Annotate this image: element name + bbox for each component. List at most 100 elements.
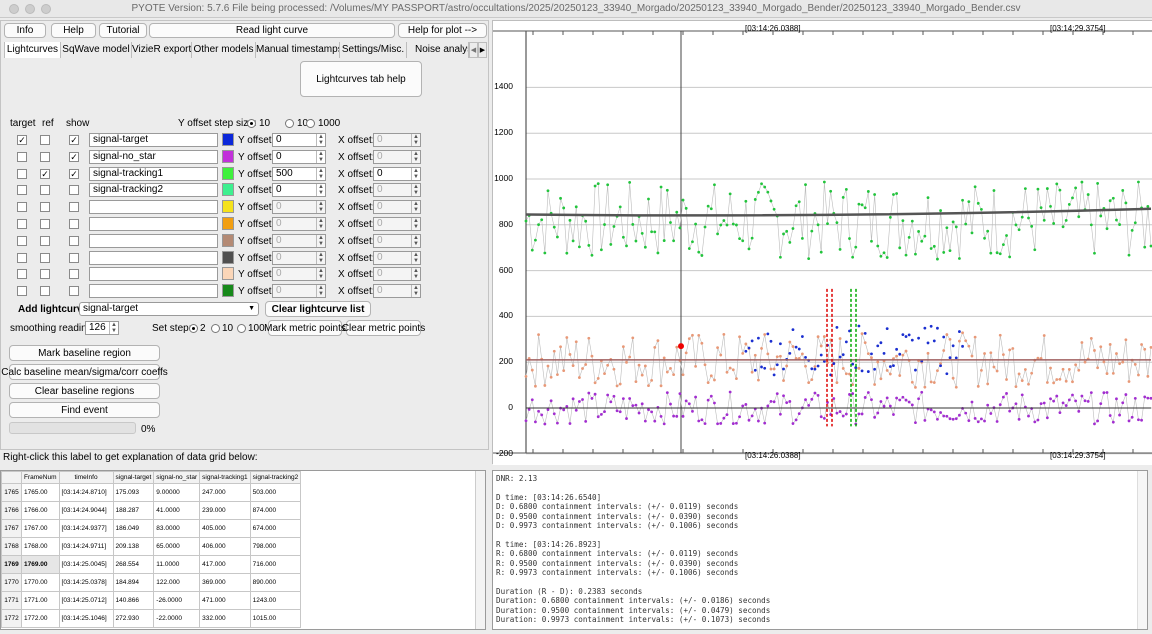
table-row[interactable]: 1768 1768.00 [03:14:24.9711] 209.138 65.0000… (1, 537, 302, 556)
curve-color-swatch[interactable] (222, 250, 234, 264)
calc-baseline-button[interactable]: Calc baseline mean/sigma/corr coeffs (1, 364, 168, 380)
ref-checkbox[interactable] (40, 286, 50, 297)
grid-cell[interactable]: 1770 (1, 573, 22, 592)
smoothing-input[interactable]: 126 ▲ ▼ (85, 321, 119, 335)
tab-settings-misc[interactable]: Settings/Misc. (340, 42, 407, 58)
x-offset-input[interactable]: 0 ▲ ▼ (373, 183, 421, 198)
x-offset-input[interactable]: 0 ▲ ▼ (373, 284, 421, 299)
spin-arrows-icon[interactable]: ▲ ▼ (316, 184, 325, 197)
y-step-radio-1000[interactable] (306, 119, 315, 128)
table-row[interactable]: 1772 1772.00 [03:14:25.1046] 272.930 -22.000… (1, 609, 302, 628)
y-offset-input[interactable]: 0 ▲ ▼ (272, 217, 326, 231)
show-checkbox[interactable] (69, 202, 79, 213)
y-offset-input[interactable]: 0 ▲ ▼ (272, 267, 326, 282)
read-light-curve-button[interactable]: Read light curve (149, 23, 395, 38)
curve-name-field[interactable] (89, 267, 218, 282)
y-offset-input[interactable]: 0 ▲ ▼ (272, 250, 326, 265)
curve-color-swatch[interactable] (222, 166, 234, 180)
table-row[interactable]: 1769 1769.00 [03:14:25.0045] 268.554 11.0000… (1, 555, 302, 574)
spin-arrows-icon[interactable]: ▲ ▼ (316, 167, 325, 180)
grid-column-header[interactable]: signal-no_star (153, 471, 201, 484)
spin-arrows-icon[interactable]: ▲ ▼ (411, 150, 420, 163)
curve-name-field[interactable] (89, 200, 218, 215)
x-offset-input[interactable]: 0 ▲ ▼ (373, 149, 421, 164)
spin-arrows-icon[interactable]: ▲ ▼ (316, 134, 325, 146)
x-offset-input[interactable]: 0 ▲ ▼ (373, 166, 421, 181)
show-checkbox[interactable] (69, 269, 79, 280)
curve-name-field[interactable] (89, 233, 218, 248)
table-row[interactable]: 1770 1770.00 [03:14:25.0378] 184.894 122.000… (1, 573, 302, 592)
ref-checkbox[interactable] (40, 135, 50, 145)
target-checkbox[interactable] (17, 286, 27, 297)
spin-arrows-icon[interactable]: ▲ ▼ (109, 322, 118, 334)
spin-arrows-icon[interactable]: ▲ ▼ (316, 150, 325, 163)
table-row[interactable]: 1766 1766.00 [03:14:24.9044] 188.287 41.0000… (1, 501, 302, 520)
spin-arrows-icon[interactable]: ▲ ▼ (411, 268, 420, 281)
curve-color-swatch[interactable] (222, 267, 234, 281)
show-checkbox[interactable] (69, 252, 79, 263)
ref-checkbox[interactable] (40, 219, 50, 229)
ref-checkbox[interactable] (40, 235, 50, 246)
tab-sqwave-model[interactable]: SqWave model (61, 42, 132, 58)
grid-cell[interactable]: 1766 (1, 501, 22, 520)
grid-cell[interactable]: 1772 (1, 609, 22, 628)
curve-color-swatch[interactable] (222, 233, 234, 247)
y-offset-input[interactable]: 0 ▲ ▼ (272, 149, 326, 164)
set-step-radio-2[interactable] (189, 324, 198, 333)
ref-checkbox[interactable]: ✓ (40, 168, 50, 179)
spin-arrows-icon[interactable]: ▲ ▼ (316, 201, 325, 214)
ref-checkbox[interactable] (40, 185, 50, 196)
lightcurve-plot[interactable] (493, 21, 1152, 465)
grid-column-header[interactable]: signal-tracking2 (249, 471, 302, 484)
spin-arrows-icon[interactable]: ▲ ▼ (411, 184, 420, 197)
x-offset-input[interactable]: 0 ▲ ▼ (373, 267, 421, 282)
set-step-radio-10[interactable] (211, 324, 220, 333)
show-checkbox[interactable] (69, 219, 79, 229)
spin-arrows-icon[interactable]: ▲ ▼ (316, 251, 325, 264)
show-checkbox[interactable] (69, 286, 79, 297)
mark-metric-points-button[interactable]: Mark metric points (264, 320, 346, 336)
grid-cell[interactable]: 1769 (1, 555, 22, 574)
y-offset-input[interactable]: 0 ▲ ▼ (272, 233, 326, 248)
show-checkbox[interactable]: ✓ (69, 168, 79, 179)
target-checkbox[interactable] (17, 202, 27, 213)
help-for-plot-button[interactable]: Help for plot --> (398, 23, 487, 38)
tab-other-models[interactable]: Other models (192, 42, 256, 58)
spin-arrows-icon[interactable]: ▲ ▼ (411, 234, 420, 247)
spin-arrows-icon[interactable]: ▲ ▼ (411, 218, 420, 230)
target-checkbox[interactable] (17, 185, 27, 196)
grid-vertical-scrollbar[interactable] (475, 471, 485, 629)
info-button[interactable]: Info (4, 23, 46, 38)
grid-column-header[interactable]: signal-tracking1 (199, 471, 251, 484)
spin-arrows-icon[interactable]: ▲ ▼ (411, 251, 420, 264)
grid-column-header[interactable]: FrameNum (21, 471, 60, 484)
ref-checkbox[interactable] (40, 252, 50, 263)
curve-name-field[interactable] (89, 284, 218, 299)
grid-cell[interactable]: 1767 (1, 519, 22, 538)
show-checkbox[interactable]: ✓ (69, 151, 79, 162)
target-checkbox[interactable] (17, 269, 27, 280)
target-checkbox[interactable] (17, 168, 27, 179)
curve-name-field[interactable] (89, 217, 218, 231)
curve-color-swatch[interactable] (222, 149, 234, 163)
spin-arrows-icon[interactable]: ▲ ▼ (411, 201, 420, 214)
y-step-radio-10[interactable] (247, 119, 256, 128)
grid-cell[interactable]: 1768 (1, 537, 22, 556)
target-checkbox[interactable]: ✓ (17, 135, 27, 145)
x-offset-input[interactable]: 0 ▲ ▼ (373, 133, 421, 147)
x-offset-input[interactable]: 0 ▲ ▼ (373, 250, 421, 265)
curve-color-swatch[interactable] (222, 217, 234, 230)
set-step-radio-100[interactable] (237, 324, 246, 333)
clear-baseline-regions-button[interactable]: Clear baseline regions (9, 383, 160, 399)
show-checkbox[interactable] (69, 235, 79, 246)
ref-checkbox[interactable] (40, 151, 50, 162)
y-offset-input[interactable]: 0 ▲ ▼ (272, 200, 326, 215)
output-vertical-scrollbar[interactable] (1137, 471, 1147, 629)
data-grid[interactable]: FrameNum timeInfo signal-target signal-no_s… (0, 470, 486, 630)
table-row[interactable]: 1771 1771.00 [03:14:25.0712] 140.866 -26.000… (1, 591, 302, 610)
curve-color-swatch[interactable] (222, 183, 234, 197)
curve-color-swatch[interactable] (222, 284, 234, 298)
grid-hint-label[interactable]: Right-click this label to get explanatio… (3, 452, 258, 463)
spin-arrows-icon[interactable]: ▲ ▼ (316, 234, 325, 247)
y-offset-input[interactable]: 0 ▲ ▼ (272, 133, 326, 147)
